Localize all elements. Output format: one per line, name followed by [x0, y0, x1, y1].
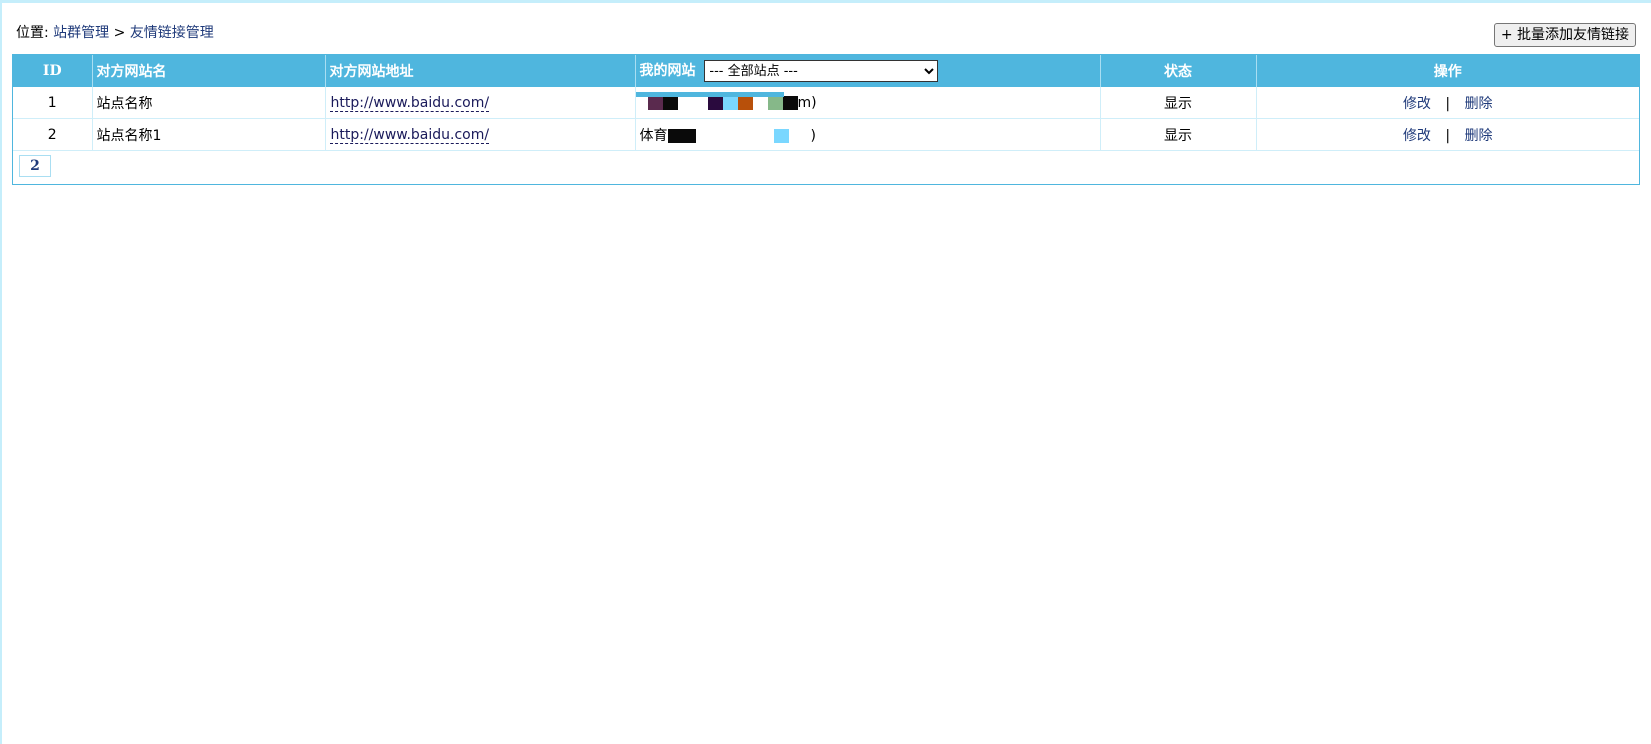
breadcrumb-link-site-group[interactable]: 站群管理	[53, 25, 109, 41]
column-header-status: 状态	[1100, 55, 1257, 87]
url-link[interactable]: http://www.baidu.com/	[329, 126, 490, 144]
cell-my-site: m)	[635, 87, 1101, 119]
cell-url: http://www.baidu.com/	[325, 87, 636, 119]
edit-link[interactable]: 修改	[1403, 96, 1431, 112]
table-row: 2 站点名称1 http://www.baidu.com/ 体育) 显示 修改 …	[13, 118, 1639, 151]
redaction-mark	[695, 128, 774, 143]
action-divider: |	[1445, 95, 1451, 112]
my-site-visible-text: 体育	[639, 127, 668, 144]
breadcrumb-prefix: 位置:	[16, 25, 49, 41]
column-header-actions: 操作	[1256, 55, 1639, 87]
my-site-label: 我的网站	[639, 63, 696, 79]
table-row: 1 站点名称 http://www.baidu.com/ m) 显示 修改 | …	[13, 87, 1639, 119]
page: 位置: 站群管理 > 友情链接管理 + 批量添加友情链接 ID 对方网站名 对方…	[0, 0, 1651, 744]
column-header-url: 对方网站地址	[325, 55, 636, 87]
redaction-mark	[677, 95, 708, 110]
cell-id: 2	[13, 118, 93, 151]
my-site-visible-text: m)	[797, 94, 817, 111]
redaction-mark	[707, 95, 723, 110]
redaction-mark	[773, 128, 789, 143]
batch-add-links-button[interactable]: + 批量添加友情链接	[1493, 23, 1636, 47]
pagination-cell: 2	[13, 151, 1639, 182]
redaction-mark	[662, 95, 678, 110]
redaction-mark	[752, 95, 768, 110]
pagination-row: 2	[13, 151, 1639, 182]
my-site-tail-text: )	[810, 127, 816, 144]
redaction-mark	[722, 95, 738, 110]
redaction-mark	[667, 128, 696, 143]
edit-link[interactable]: 修改	[1403, 128, 1431, 144]
redaction-mark	[647, 95, 663, 110]
redaction-mark	[782, 95, 798, 110]
cell-url: http://www.baidu.com/	[325, 118, 636, 151]
cell-status: 显示	[1100, 118, 1257, 151]
cell-my-site: 体育)	[635, 118, 1101, 151]
cell-name: 站点名称1	[92, 118, 326, 151]
table-header-row: ID 对方网站名 对方网站地址 我的网站 --- 全部站点 --- 状态 操作	[13, 55, 1639, 87]
breadcrumb: 位置: 站群管理 > 友情链接管理	[16, 24, 214, 42]
cell-actions: 修改 | 删除	[1256, 87, 1639, 119]
delete-link[interactable]: 删除	[1465, 128, 1493, 144]
links-table: ID 对方网站名 对方网站地址 我的网站 --- 全部站点 --- 状态 操作 …	[13, 55, 1639, 181]
action-divider: |	[1445, 127, 1451, 144]
column-header-my-site: 我的网站 --- 全部站点 ---	[635, 55, 1101, 87]
links-table-frame: ID 对方网站名 对方网站地址 我的网站 --- 全部站点 --- 状态 操作 …	[12, 54, 1640, 185]
cell-actions: 修改 | 删除	[1256, 118, 1639, 151]
breadcrumb-separator: >	[113, 25, 126, 41]
breadcrumb-link-friend-links[interactable]: 友情链接管理	[130, 25, 214, 41]
column-header-id: ID	[13, 55, 93, 87]
cell-id: 1	[13, 87, 93, 119]
cell-status: 显示	[1100, 87, 1257, 119]
site-filter-select[interactable]: --- 全部站点 ---	[704, 60, 939, 82]
redaction-mark	[635, 92, 784, 97]
pagination-current-page[interactable]: 2	[19, 155, 51, 177]
delete-link[interactable]: 删除	[1465, 96, 1493, 112]
redaction-mark	[737, 95, 753, 110]
column-header-name: 对方网站名	[92, 55, 326, 87]
cell-name: 站点名称	[92, 87, 326, 119]
url-link[interactable]: http://www.baidu.com/	[329, 94, 490, 112]
redaction-mark	[767, 95, 783, 110]
